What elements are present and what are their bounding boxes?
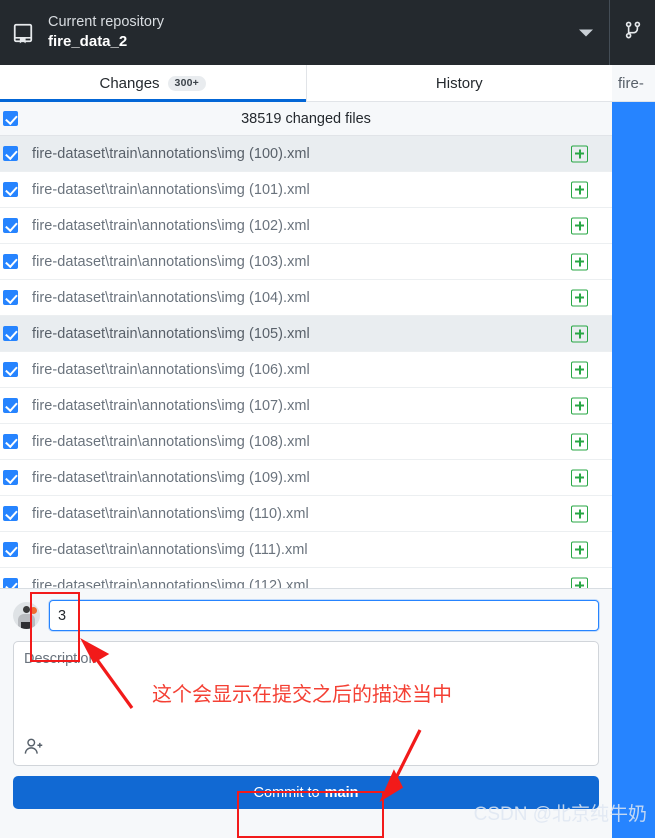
file-path-label: fire-dataset\train\annotations\img (100)…	[32, 145, 310, 162]
plus-square-icon	[571, 289, 588, 306]
plus-square-icon	[571, 181, 588, 198]
right-panel-clipped-label: fire-	[618, 74, 644, 92]
table-row[interactable]: fire-dataset\train\annotations\img (109)…	[0, 460, 612, 496]
file-checkbox[interactable]	[3, 146, 18, 161]
table-row[interactable]: fire-dataset\train\annotations\img (112)…	[0, 568, 612, 588]
table-row[interactable]: fire-dataset\train\annotations\img (103)…	[0, 244, 612, 280]
tab-bar: Changes 300+ History	[0, 65, 612, 102]
plus-square-icon	[571, 397, 588, 414]
file-path-label: fire-dataset\train\annotations\img (110)…	[32, 505, 309, 522]
file-path-label: fire-dataset\train\annotations\img (106)…	[32, 361, 310, 378]
table-row[interactable]: fire-dataset\train\annotations\img (102)…	[0, 208, 612, 244]
repository-texts: Current repository fire_data_2	[48, 13, 164, 53]
file-path-label: fire-dataset\train\annotations\img (108)…	[32, 433, 310, 450]
tab-history-label: History	[435, 74, 483, 92]
git-branch-icon	[623, 20, 643, 45]
github-desktop-window: Current repository fire_data_2 Changes 3…	[0, 0, 655, 838]
plus-square-icon	[571, 433, 588, 450]
file-path-label: fire-dataset\train\annotations\img (111)…	[32, 541, 308, 558]
file-checkbox[interactable]	[3, 362, 18, 377]
file-checkbox[interactable]	[3, 254, 18, 269]
file-checkbox[interactable]	[3, 182, 18, 197]
annotation-note-text: 这个会显示在提交之后的描述当中	[152, 684, 452, 706]
repository-icon	[10, 20, 36, 46]
current-repository-name: fire_data_2	[48, 33, 128, 51]
file-checkbox[interactable]	[3, 326, 18, 341]
right-panel-header: fire-	[612, 65, 655, 102]
plus-square-icon	[571, 541, 588, 558]
add-coauthor-icon[interactable]	[23, 736, 45, 758]
file-checkbox[interactable]	[3, 578, 18, 588]
file-path-label: fire-dataset\train\annotations\img (103)…	[32, 253, 310, 270]
table-row[interactable]: fire-dataset\train\annotations\img (100)…	[0, 136, 612, 172]
plus-square-icon	[571, 217, 588, 234]
plus-square-icon	[571, 505, 588, 522]
changed-files-header: 38519 changed files	[0, 102, 612, 136]
table-row[interactable]: fire-dataset\train\annotations\img (105)…	[0, 316, 612, 352]
table-row[interactable]: fire-dataset\train\annotations\img (101)…	[0, 172, 612, 208]
table-row[interactable]: fire-dataset\train\annotations\img (106)…	[0, 352, 612, 388]
table-row[interactable]: fire-dataset\train\annotations\img (110)…	[0, 496, 612, 532]
file-checkbox[interactable]	[3, 542, 18, 557]
table-row[interactable]: fire-dataset\train\annotations\img (111)…	[0, 532, 612, 568]
tab-changes-label: Changes	[99, 74, 160, 92]
file-path-label: fire-dataset\train\annotations\img (101)…	[32, 181, 310, 198]
plus-square-icon	[571, 253, 588, 270]
chevron-down-icon[interactable]	[579, 29, 593, 36]
avatar-legs	[21, 622, 32, 629]
avatar-head	[23, 606, 30, 613]
file-checkbox[interactable]	[3, 218, 18, 233]
file-path-label: fire-dataset\train\annotations\img (109)…	[32, 469, 310, 486]
right-panel-body	[612, 102, 655, 838]
file-checkbox[interactable]	[3, 290, 18, 305]
avatar-accent-dot	[30, 607, 37, 614]
file-checkbox[interactable]	[3, 398, 18, 413]
plus-square-icon	[571, 577, 588, 588]
plus-square-icon	[571, 325, 588, 342]
changed-files-list[interactable]: fire-dataset\train\annotations\img (100)…	[0, 136, 612, 588]
file-path-label: fire-dataset\train\annotations\img (112)…	[32, 577, 309, 589]
table-row[interactable]: fire-dataset\train\annotations\img (104)…	[0, 280, 612, 316]
plus-square-icon	[571, 361, 588, 378]
tab-changes[interactable]: Changes 300+	[0, 65, 307, 102]
table-row[interactable]: fire-dataset\train\annotations\img (107)…	[0, 388, 612, 424]
changes-count-badge: 300+	[167, 75, 206, 91]
file-checkbox[interactable]	[3, 470, 18, 485]
commit-panel: Description Commit to main	[0, 588, 612, 838]
commit-to-branch-button[interactable]: Commit to main	[13, 776, 599, 809]
file-path-label: fire-dataset\train\annotations\img (107)…	[32, 397, 310, 414]
commit-description-placeholder: Description	[24, 651, 97, 667]
titlebar: Current repository fire_data_2	[0, 0, 655, 65]
current-repository-label: Current repository	[48, 13, 165, 30]
commit-button-prefix: Commit to	[253, 784, 320, 801]
file-path-label: fire-dataset\train\annotations\img (102)…	[32, 217, 310, 234]
file-path-label: fire-dataset\train\annotations\img (105)…	[32, 325, 310, 342]
file-checkbox[interactable]	[3, 506, 18, 521]
changed-files-count: 38519 changed files	[241, 110, 371, 127]
plus-square-icon	[571, 469, 588, 486]
file-checkbox[interactable]	[3, 434, 18, 449]
current-branch-button[interactable]	[610, 0, 655, 65]
avatar	[13, 602, 40, 629]
commit-summary-input[interactable]	[49, 600, 599, 631]
file-path-label: fire-dataset\train\annotations\img (104)…	[32, 289, 310, 306]
commit-summary-row	[13, 599, 599, 632]
commit-button-branch: main	[324, 784, 359, 801]
tab-history[interactable]: History	[306, 65, 612, 101]
current-repository-button[interactable]: Current repository fire_data_2	[0, 0, 610, 65]
table-row[interactable]: fire-dataset\train\annotations\img (108)…	[0, 424, 612, 460]
plus-square-icon	[571, 145, 588, 162]
